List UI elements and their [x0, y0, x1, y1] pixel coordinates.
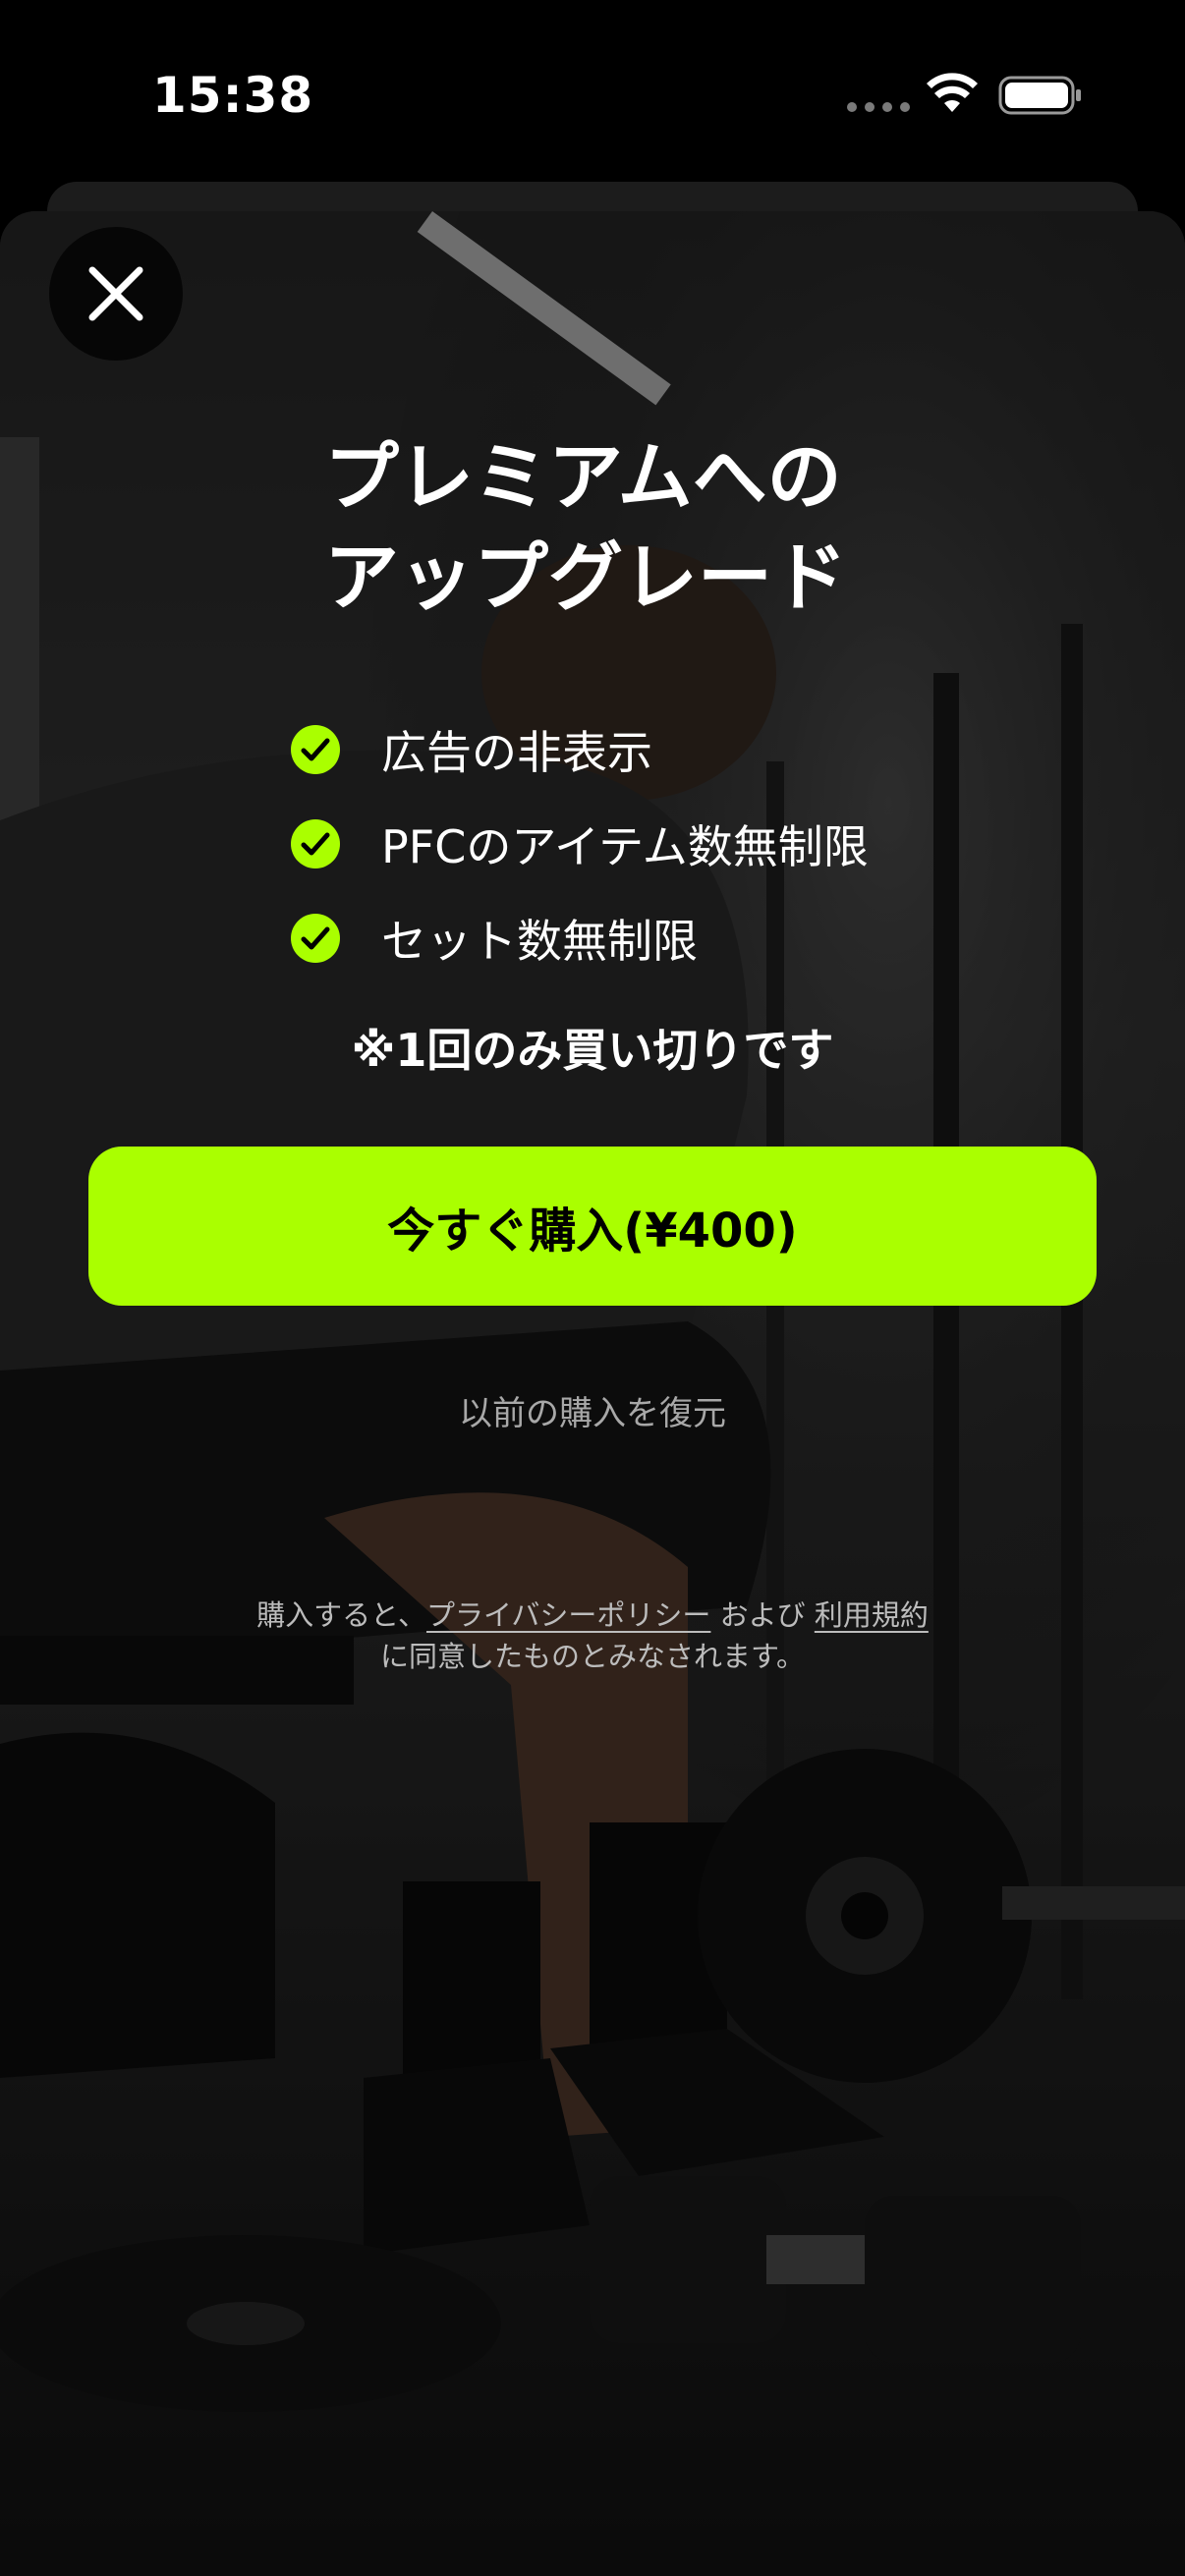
paywall-sheet: プレミアムへの アップグレード 広告の非表示 PFCのアイテム数無制限 セット数…	[0, 211, 1185, 2576]
feature-item: セット数無制限	[291, 891, 869, 985]
legal-and: および	[710, 1598, 815, 1632]
wifi-icon	[927, 73, 978, 112]
check-icon	[291, 914, 340, 963]
legal-line-2: に同意したものとみなされます。	[379, 1640, 806, 1673]
legal-prefix: 購入すると、	[256, 1598, 426, 1632]
title-line-2: アップグレード	[324, 533, 847, 621]
legal-disclaimer: 購入すると、プライバシーポリシー および 利用規約 に同意したものとみなされます…	[0, 1595, 1185, 1677]
feature-label: 広告の非表示	[381, 726, 652, 779]
feature-label: PFCのアイテム数無制限	[381, 820, 869, 873]
page-title: プレミアムへの アップグレード	[324, 427, 933, 628]
legal-line-1: 購入すると、プライバシーポリシー および 利用規約	[0, 1595, 1185, 1636]
status-time: 15:38	[152, 67, 314, 124]
feature-label: セット数無制限	[381, 915, 698, 968]
check-icon	[291, 819, 340, 868]
paywall-screen: 15:38 プレミアムへの アップグレード 広告の非表示 PFCのアイテム数無制…	[0, 0, 1185, 2576]
terms-of-use-link[interactable]: 利用規約	[815, 1598, 929, 1632]
battery-icon	[998, 76, 1081, 115]
buy-now-button[interactable]: 今すぐ購入(¥400)	[88, 1147, 1097, 1306]
close-button[interactable]	[49, 227, 183, 361]
one-time-purchase-note: ※1回のみ買い切りです	[351, 1024, 834, 1077]
feature-item: 広告の非表示	[291, 702, 869, 797]
privacy-policy-link[interactable]: プライバシーポリシー	[426, 1598, 710, 1632]
check-icon	[291, 725, 340, 774]
cellular-signal-icon	[847, 102, 910, 112]
close-icon	[88, 266, 143, 321]
feature-list: 広告の非表示 PFCのアイテム数無制限 セット数無制限	[291, 702, 869, 985]
restore-purchase-link[interactable]: 以前の購入を復元	[0, 1386, 1185, 1434]
status-bar: 15:38	[0, 0, 1185, 187]
title-line-1: プレミアムへの	[324, 433, 842, 521]
feature-item: PFCのアイテム数無制限	[291, 797, 869, 891]
